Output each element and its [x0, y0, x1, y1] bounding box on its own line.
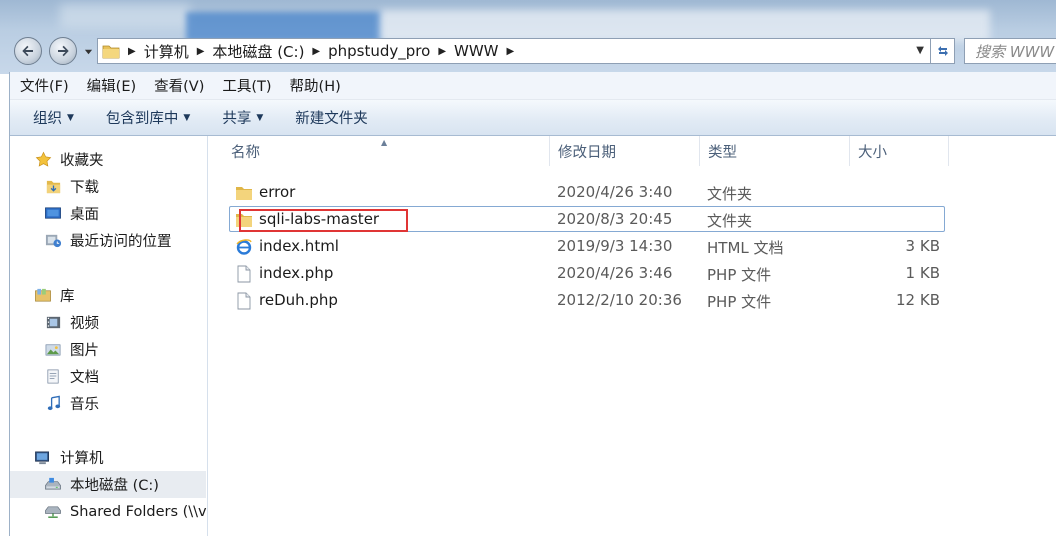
breadcrumb-separator[interactable]: ▶: [505, 46, 517, 57]
refresh-icon: [937, 46, 948, 56]
file-type: 文件夹: [707, 185, 753, 203]
sidebar-item-videos[interactable]: 视频: [10, 309, 206, 336]
file-modified: 2020/4/26 3:46: [557, 264, 673, 282]
file-type: PHP 文件: [707, 266, 772, 284]
sidebar-item-downloads[interactable]: 下载: [10, 173, 206, 200]
arrow-right-icon: [58, 45, 69, 57]
sidebar-item-shared-folders[interactable]: Shared Folders (\\v: [10, 498, 207, 525]
sidebar-item-pictures[interactable]: 图片: [10, 336, 206, 363]
new-folder-button[interactable]: 新建文件夹: [295, 107, 368, 128]
address-history-dropdown[interactable]: ▼: [916, 45, 924, 56]
sidebar-item-music[interactable]: 音乐: [10, 390, 206, 417]
menu-bar: 文件(F) 编辑(E) 查看(V) 工具(T) 帮助(H): [10, 72, 1056, 100]
video-library-icon: [44, 314, 62, 332]
chevron-down-icon: ▼: [67, 112, 74, 123]
sidebar-item-computer[interactable]: 计算机: [10, 444, 206, 471]
refresh-button[interactable]: [931, 38, 955, 64]
breadcrumb-separator[interactable]: ▶: [310, 46, 322, 57]
network-drive-icon: [44, 503, 62, 521]
file-size: 3 KB: [905, 237, 940, 255]
file-row-reduh-php[interactable]: reDuh.php 2012/2/10 20:36 PHP 文件 12 KB: [229, 287, 945, 313]
breadcrumb-www[interactable]: WWW: [448, 39, 505, 63]
file-name: sqli-labs-master: [259, 210, 380, 228]
breadcrumb-separator[interactable]: ▶: [195, 46, 207, 57]
arrow-left-icon: [22, 45, 33, 57]
chevron-down-icon: [84, 49, 92, 54]
folder-icon: [236, 214, 252, 227]
navigation-pane: 收藏夹 下载 桌面 最近访问的位置 库 视频 图片 文档 音乐 计算机 本地磁盘…: [10, 136, 208, 536]
pictures-library-icon: [44, 341, 62, 359]
search-placeholder: 搜索 WWW: [975, 42, 1055, 61]
menu-view[interactable]: 查看(V): [154, 75, 204, 96]
sidebar-item-libraries[interactable]: 库: [10, 282, 206, 309]
search-input[interactable]: 搜索 WWW: [964, 38, 1056, 64]
ie-html-icon: [236, 239, 252, 255]
file-list: 名称 ▲ 修改日期 类型 大小 error 2020/4/26 3:40 文件夹…: [209, 136, 1056, 536]
file-size: 1 KB: [905, 264, 940, 282]
file-name: error: [259, 183, 296, 201]
file-icon: [237, 292, 251, 310]
drive-icon: [44, 476, 62, 494]
breadcrumb-separator[interactable]: ▶: [126, 46, 138, 57]
forward-button[interactable]: [49, 37, 77, 65]
explorer-window: 文件(F) 编辑(E) 查看(V) 工具(T) 帮助(H) 组织 ▼ 包含到库中 ▼…: [9, 72, 1056, 536]
file-row-index-html[interactable]: index.html 2019/9/3 14:30 HTML 文档 3 KB: [229, 233, 945, 259]
breadcrumb-phpstudy[interactable]: phpstudy_pro: [322, 39, 436, 63]
documents-library-icon: [44, 368, 62, 386]
column-headers: 名称 ▲ 修改日期 类型 大小: [209, 136, 1056, 166]
column-header-modified[interactable]: 修改日期: [550, 136, 700, 166]
sidebar-item-desktop[interactable]: 桌面: [10, 200, 206, 227]
file-row-sqli-labs-master[interactable]: sqli-labs-master 2020/8/3 20:45 文件夹: [229, 206, 945, 232]
file-modified: 2020/8/3 20:45: [557, 210, 673, 228]
column-header-size[interactable]: 大小: [850, 136, 949, 166]
breadcrumb-separator[interactable]: ▶: [436, 46, 448, 57]
file-name: reDuh.php: [259, 291, 338, 309]
file-row-error[interactable]: error 2020/4/26 3:40 文件夹: [229, 179, 945, 205]
file-modified: 2019/9/3 14:30: [557, 237, 673, 255]
computer-icon: [34, 449, 52, 467]
menu-tools[interactable]: 工具(T): [222, 75, 271, 96]
recent-places-icon: [44, 232, 62, 250]
share-button[interactable]: 共享 ▼: [222, 107, 263, 128]
file-name: index.php: [259, 264, 334, 282]
file-modified: 2012/2/10 20:36: [557, 291, 682, 309]
file-type: PHP 文件: [707, 293, 772, 311]
menu-file[interactable]: 文件(F): [20, 75, 69, 96]
file-modified: 2020/4/26 3:40: [557, 183, 673, 201]
column-header-type[interactable]: 类型: [700, 136, 850, 166]
sort-ascending-icon: ▲: [381, 138, 388, 147]
file-name: index.html: [259, 237, 339, 255]
music-library-icon: [44, 395, 62, 413]
desktop-icon: [44, 205, 62, 223]
recent-pages-dropdown[interactable]: [82, 44, 94, 58]
menu-edit[interactable]: 编辑(E): [87, 75, 136, 96]
breadcrumb-computer[interactable]: 计算机: [138, 39, 195, 63]
folder-icon: [236, 187, 252, 200]
chevron-down-icon: ▼: [183, 112, 191, 123]
include-in-library-button[interactable]: 包含到库中 ▼: [106, 107, 190, 128]
address-bar[interactable]: ▶ 计算机 ▶ 本地磁盘 (C:) ▶ phpstudy_pro ▶ WWW ▶…: [97, 38, 931, 64]
star-icon: [34, 151, 52, 169]
file-row-index-php[interactable]: index.php 2020/4/26 3:46 PHP 文件 1 KB: [229, 260, 945, 286]
chevron-down-icon: ▼: [256, 112, 264, 123]
folder-icon: [102, 45, 120, 59]
sidebar-item-favorites[interactable]: 收藏夹: [10, 146, 206, 173]
organize-button[interactable]: 组织 ▼: [33, 107, 74, 128]
file-icon: [237, 265, 251, 283]
downloads-folder-icon: [44, 178, 62, 196]
sidebar-item-recent-places[interactable]: 最近访问的位置: [10, 227, 206, 254]
file-type: 文件夹: [707, 212, 753, 230]
back-button[interactable]: [14, 37, 42, 65]
menu-help[interactable]: 帮助(H): [290, 75, 341, 96]
file-size: 12 KB: [896, 291, 940, 309]
sidebar-item-documents[interactable]: 文档: [10, 363, 206, 390]
file-type: HTML 文档: [707, 239, 784, 257]
sidebar-item-local-disk[interactable]: 本地磁盘 (C:): [10, 471, 206, 498]
library-icon: [34, 287, 52, 305]
command-bar: 组织 ▼ 包含到库中 ▼ 共享 ▼ 新建文件夹: [10, 100, 1056, 136]
breadcrumb-local-disk[interactable]: 本地磁盘 (C:): [206, 39, 310, 63]
